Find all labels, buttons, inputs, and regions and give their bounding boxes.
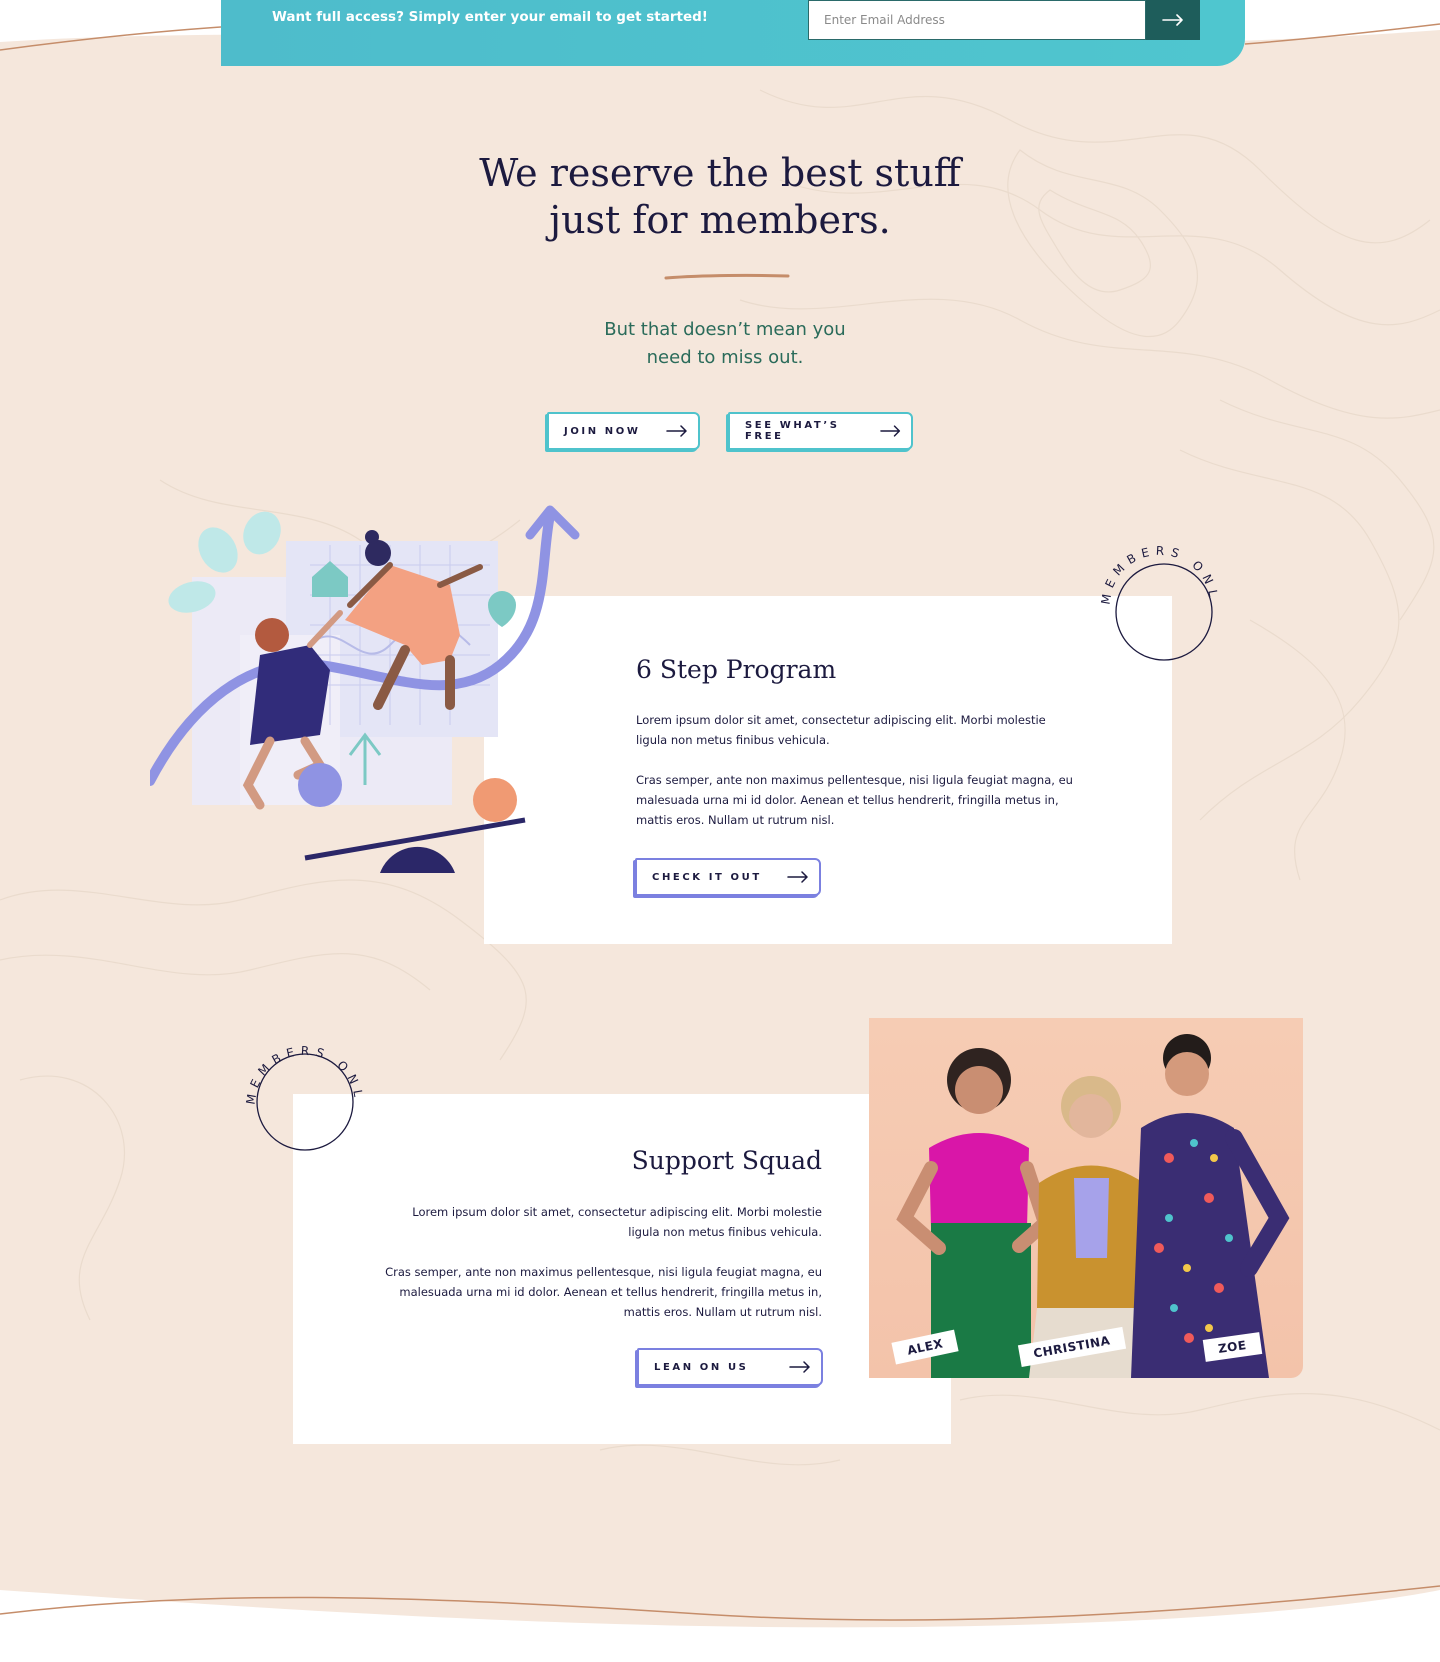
support-squad-photo: ALEX CHRISTINA ZOE <box>869 1018 1303 1378</box>
arrow-right-icon <box>666 425 687 437</box>
stamp-text: MEMBERS ONLY <box>1090 535 1215 605</box>
page-title-line-1: We reserve the best stuff <box>479 151 961 195</box>
email-signup-banner: Want full access? Simply enter your emai… <box>221 0 1245 66</box>
see-whats-free-label: SEE WHAT’S FREE <box>745 420 840 442</box>
page-title-line-2: just for members. <box>549 198 891 242</box>
hero-subtitle: But that doesn’t mean you need to miss o… <box>560 316 890 372</box>
squad-title: Support Squad <box>631 1146 822 1175</box>
banner-text: Want full access? Simply enter your emai… <box>272 9 708 25</box>
hero-subtitle-line-1: But that doesn’t mean you <box>604 319 846 340</box>
join-now-button[interactable]: JOIN NOW <box>547 412 700 450</box>
see-whats-free-button[interactable]: SEE WHAT’S FREE <box>728 412 913 450</box>
team-photo-figures <box>896 1034 1290 1378</box>
email-input[interactable] <box>808 0 1146 40</box>
arrow-right-icon <box>1162 14 1183 26</box>
svg-text:MEMBERS ONLY: MEMBERS ONLY <box>235 1035 366 1105</box>
program-paragraph-2: Cras semper, ante non maximus pellentesq… <box>636 773 1073 827</box>
program-illustration <box>150 505 580 873</box>
arrow-right-icon <box>789 1361 810 1373</box>
program-title: 6 Step Program <box>636 655 837 684</box>
lean-on-us-button[interactable]: LEAN ON US <box>637 1348 823 1386</box>
program-paragraph-1: Lorem ipsum dolor sit amet, consectetur … <box>636 713 1046 747</box>
squad-paragraph-1: Lorem ipsum dolor sit amet, consectetur … <box>412 1205 822 1239</box>
check-it-out-button[interactable]: CHECK IT OUT <box>635 858 821 896</box>
members-only-stamp: MEMBERS ONLY <box>235 1035 366 1151</box>
email-submit-button[interactable] <box>1146 0 1200 40</box>
hero-subtitle-line-2: need to miss out. <box>646 347 804 368</box>
title-underline-divider <box>664 273 790 280</box>
svg-text:MEMBERS ONLY: MEMBERS ONLY <box>1090 535 1221 605</box>
join-now-label: JOIN NOW <box>564 425 641 437</box>
stamp-text: MEMBERS ONLY <box>235 1035 360 1105</box>
members-only-stamp: MEMBERS ONLY <box>1090 535 1221 661</box>
squad-paragraph-2: Cras semper, ante non maximus pellentesq… <box>385 1265 822 1319</box>
page-title: We reserve the best stuff just for membe… <box>420 150 1020 244</box>
lean-on-us-label: LEAN ON US <box>654 1361 749 1373</box>
check-it-out-label: CHECK IT OUT <box>652 871 762 883</box>
arrow-right-icon <box>787 871 808 883</box>
arrow-right-icon <box>879 425 900 437</box>
